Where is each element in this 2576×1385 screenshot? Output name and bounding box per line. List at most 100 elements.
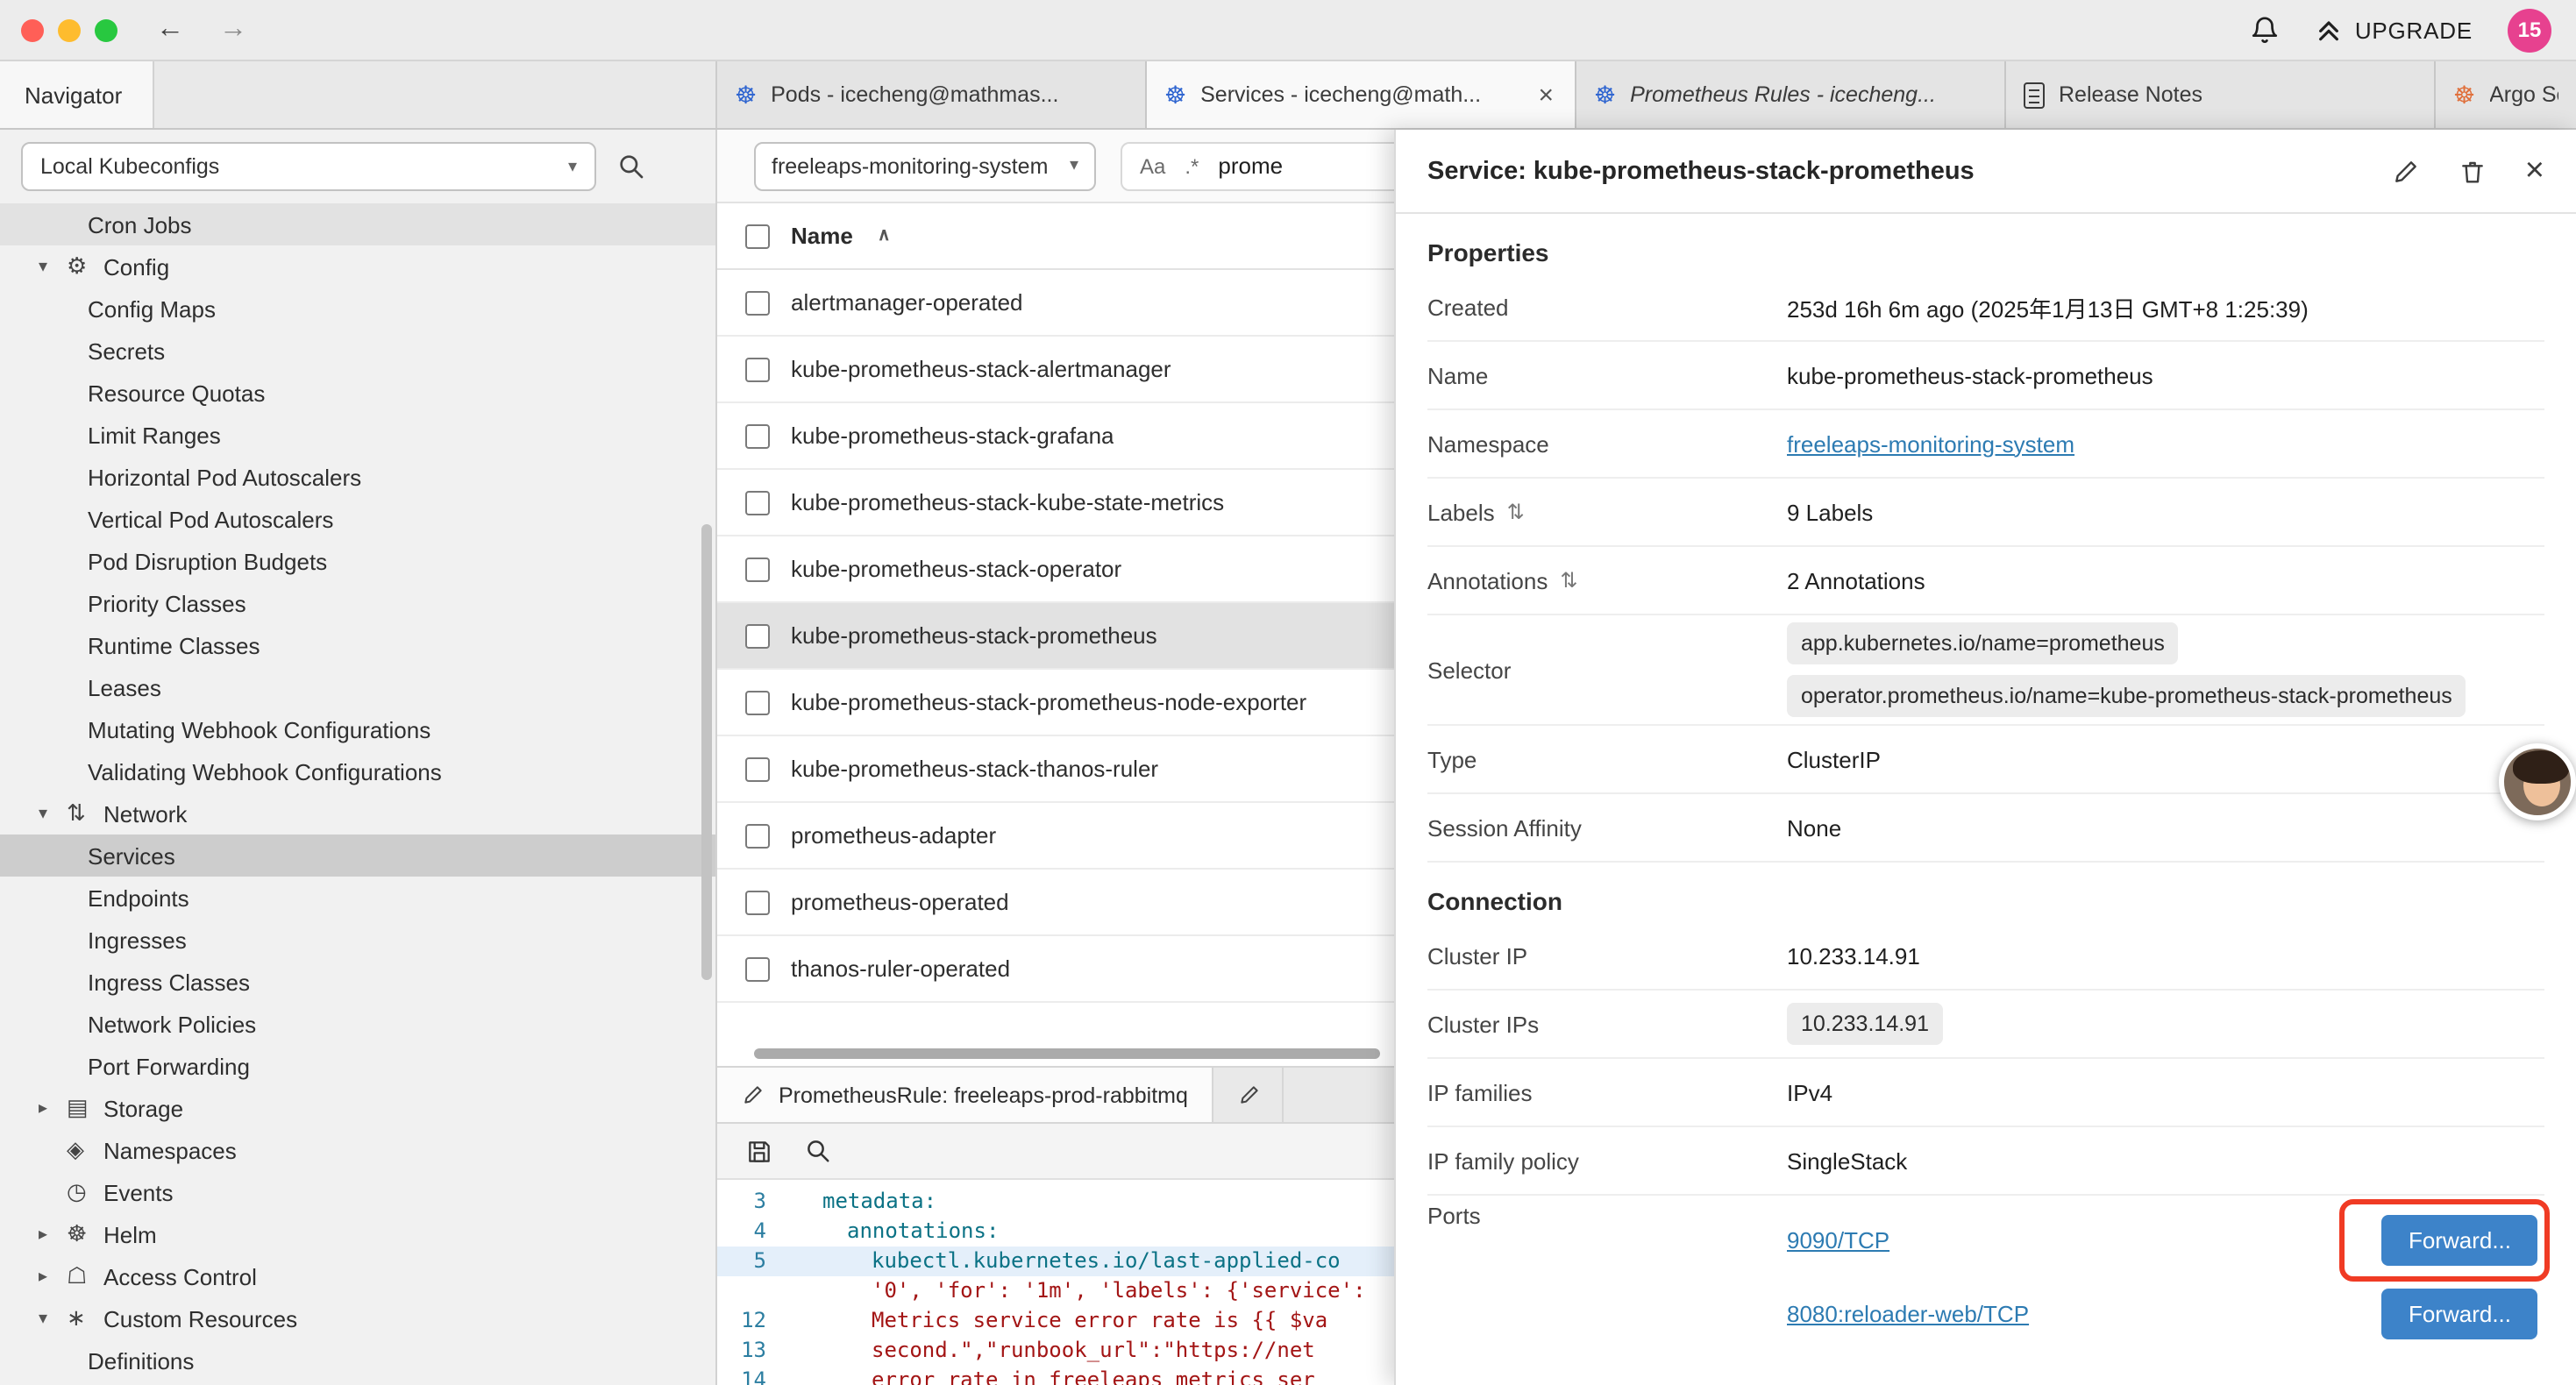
table-row-thanos-ruler-operated[interactable]: thanos-ruler-operated — [717, 936, 1394, 1003]
tab-services-icecheng-math[interactable]: ☸ Services - icecheng@math... × — [1147, 61, 1576, 128]
list-search-input[interactable]: Aa .* prome — [1121, 141, 1394, 190]
editor-line[interactable]: 5 kubectl.kubernetes.io/last-applied-co — [717, 1246, 1394, 1276]
dock-tab-prometheusrule[interactable]: PrometheusRule: freeleaps-prod-rabbitmq — [717, 1068, 1214, 1122]
sidebar-item-definitions[interactable]: Definitions — [0, 1339, 715, 1381]
sidebar-item-mutating-webhook-configurations[interactable]: Mutating Webhook Configurations — [0, 708, 715, 750]
row-checkbox[interactable] — [745, 623, 770, 648]
sidebar-item-config-maps[interactable]: Config Maps — [0, 288, 715, 330]
sidebar-scrollbar[interactable] — [701, 524, 712, 980]
dock-tab-next[interactable] — [1214, 1068, 1284, 1122]
table-horizontal-scrollbar[interactable] — [754, 1048, 1380, 1059]
sidebar-item-network-policies[interactable]: Network Policies — [0, 1003, 715, 1045]
row-checkbox[interactable] — [745, 423, 770, 448]
row-checkbox[interactable] — [745, 890, 770, 914]
table-row-kube-prometheus-stack-prometheus[interactable]: kube-prometheus-stack-prometheus — [717, 603, 1394, 670]
sidebar-item-pod-disruption-budgets[interactable]: Pod Disruption Budgets — [0, 540, 715, 582]
sidebar-item-namespaces[interactable]: ◈ Namespaces — [0, 1129, 715, 1171]
close-window-button[interactable] — [21, 18, 44, 41]
sidebar-item-custom-resources[interactable]: ▾ ∗ Custom Resources — [0, 1297, 715, 1339]
row-checkbox[interactable] — [745, 823, 770, 848]
row-checkbox[interactable] — [745, 557, 770, 581]
table-row-kube-prometheus-stack-prometheus-node-exporter[interactable]: kube-prometheus-stack-prometheus-node-ex… — [717, 670, 1394, 736]
table-row-alertmanager-operated[interactable]: alertmanager-operated — [717, 270, 1394, 337]
sidebar-item-validating-webhook-configurations[interactable]: Validating Webhook Configurations — [0, 750, 715, 792]
editor-line[interactable]: 14 error rate in freeleaps metrics ser — [717, 1366, 1394, 1385]
sidebar-item-network[interactable]: ▾ ⇅ Network — [0, 792, 715, 835]
tab-close-icon[interactable]: × — [1534, 80, 1557, 110]
tree-chevron-icon[interactable]: ▾ — [39, 1309, 67, 1328]
close-icon[interactable]: × — [2525, 154, 2544, 188]
port-link-8080-reloader-web-tcp[interactable]: 8080:reloader-web/TCP — [1787, 1300, 2029, 1326]
expand-toggle-icon[interactable]: ⇅ — [1560, 568, 1577, 593]
row-checkbox[interactable] — [745, 357, 770, 381]
edit-icon[interactable] — [2392, 157, 2420, 185]
minimize-window-button[interactable] — [58, 18, 81, 41]
editor-search-icon[interactable] — [805, 1138, 831, 1164]
forward-nav-button[interactable]: → — [219, 14, 247, 46]
editor-line[interactable]: 3 metadata: — [717, 1187, 1394, 1217]
sidebar-item-cron-jobs[interactable]: Cron Jobs — [0, 203, 715, 245]
port-link-9090-tcp[interactable]: 9090/TCP — [1787, 1226, 1889, 1253]
table-row-kube-prometheus-stack-alertmanager[interactable]: kube-prometheus-stack-alertmanager — [717, 337, 1394, 403]
editor-line[interactable]: 4 annotations: — [717, 1217, 1394, 1246]
sidebar-item-horizontal-pod-autoscalers[interactable]: Horizontal Pod Autoscalers — [0, 456, 715, 498]
sidebar-item-helm[interactable]: ▸ ☸ Helm — [0, 1213, 715, 1255]
yaml-editor[interactable]: 3 metadata: 4 annotations: 5 kubectl.kub… — [717, 1180, 1394, 1385]
row-checkbox[interactable] — [745, 490, 770, 515]
sidebar-item-endpoints[interactable]: Endpoints — [0, 877, 715, 919]
save-icon[interactable] — [745, 1137, 773, 1165]
table-row-kube-prometheus-stack-thanos-ruler[interactable]: kube-prometheus-stack-thanos-ruler — [717, 736, 1394, 803]
notification-badge[interactable]: 15 — [2508, 8, 2551, 52]
sidebar-search-icon[interactable] — [617, 153, 645, 181]
navigator-title-tab[interactable]: Navigator — [0, 61, 154, 128]
table-row-kube-prometheus-stack-operator[interactable]: kube-prometheus-stack-operator — [717, 536, 1394, 603]
row-checkbox[interactable] — [745, 756, 770, 781]
regex-toggle[interactable]: .* — [1185, 153, 1199, 178]
sidebar-item-config[interactable]: ▾ ⚙ Config — [0, 245, 715, 288]
table-header-row[interactable]: Name ∧ — [717, 203, 1394, 270]
user-avatar[interactable] — [2499, 743, 2576, 820]
sidebar-item-resource-quotas[interactable]: Resource Quotas — [0, 372, 715, 414]
editor-line[interactable]: 12 Metrics service error rate is {{ $va — [717, 1306, 1394, 1336]
sidebar-item-port-forwarding[interactable]: Port Forwarding — [0, 1045, 715, 1087]
tab-pods-icecheng-mathmas[interactable]: ☸ Pods - icecheng@mathmas... — [717, 61, 1147, 128]
tree-chevron-icon[interactable]: ▸ — [39, 1267, 67, 1286]
namespace-link[interactable]: freeleaps-monitoring-system — [1787, 430, 2074, 457]
match-case-toggle[interactable]: Aa — [1140, 153, 1165, 178]
table-row-prometheus-operated[interactable]: prometheus-operated — [717, 870, 1394, 936]
sidebar-item-secrets[interactable]: Secrets — [0, 330, 715, 372]
forward-button[interactable]: Forward... — [2382, 1288, 2537, 1339]
sidebar-item-ingresses[interactable]: Ingresses — [0, 919, 715, 961]
tab-release-notes[interactable]: Release Notes — [2006, 61, 2436, 128]
tab-prometheus-rules-icecheng[interactable]: ☸ Prometheus Rules - icecheng... — [1576, 61, 2006, 128]
sidebar-item-access-control[interactable]: ▸ ☖ Access Control — [0, 1255, 715, 1297]
tree-chevron-icon[interactable]: ▾ — [39, 257, 67, 276]
sidebar-item-runtime-classes[interactable]: Runtime Classes — [0, 624, 715, 666]
row-checkbox[interactable] — [745, 690, 770, 714]
maximize-window-button[interactable] — [95, 18, 117, 41]
tab-argo-se[interactable]: ☸ Argo Se — [2436, 61, 2576, 128]
upgrade-button[interactable]: UPGRADE — [2315, 16, 2473, 44]
table-row-kube-prometheus-stack-kube-state-metrics[interactable]: kube-prometheus-stack-kube-state-metrics — [717, 470, 1394, 536]
editor-line[interactable]: 13 second.","runbook_url":"https://net — [717, 1336, 1394, 1366]
sidebar-item-priority-classes[interactable]: Priority Classes — [0, 582, 715, 624]
row-checkbox[interactable] — [745, 290, 770, 315]
expand-toggle-icon[interactable]: ⇅ — [1507, 500, 1525, 524]
sidebar-item-services[interactable]: Services — [0, 835, 715, 877]
sidebar-item-limit-ranges[interactable]: Limit Ranges — [0, 414, 715, 456]
sidebar-item-vertical-pod-autoscalers[interactable]: Vertical Pod Autoscalers — [0, 498, 715, 540]
kubeconfig-select[interactable]: Local Kubeconfigs ▾ — [21, 142, 596, 191]
trash-icon[interactable] — [2459, 157, 2487, 185]
table-row-prometheus-adapter[interactable]: prometheus-adapter — [717, 803, 1394, 870]
tree-chevron-icon[interactable]: ▾ — [39, 804, 67, 823]
sidebar-item-events[interactable]: ◷ Events — [0, 1171, 715, 1213]
row-checkbox[interactable] — [745, 956, 770, 981]
name-column-header[interactable]: Name — [791, 223, 853, 249]
sidebar-item-leases[interactable]: Leases — [0, 666, 715, 708]
table-row-kube-prometheus-stack-grafana[interactable]: kube-prometheus-stack-grafana — [717, 403, 1394, 470]
sidebar-item-storage[interactable]: ▸ ▤ Storage — [0, 1087, 715, 1129]
tree-chevron-icon[interactable]: ▸ — [39, 1098, 67, 1118]
tree-chevron-icon[interactable]: ▸ — [39, 1225, 67, 1244]
namespace-select[interactable]: freeleaps-monitoring-system ▾ — [754, 141, 1096, 190]
sidebar-item-ingress-classes[interactable]: Ingress Classes — [0, 961, 715, 1003]
